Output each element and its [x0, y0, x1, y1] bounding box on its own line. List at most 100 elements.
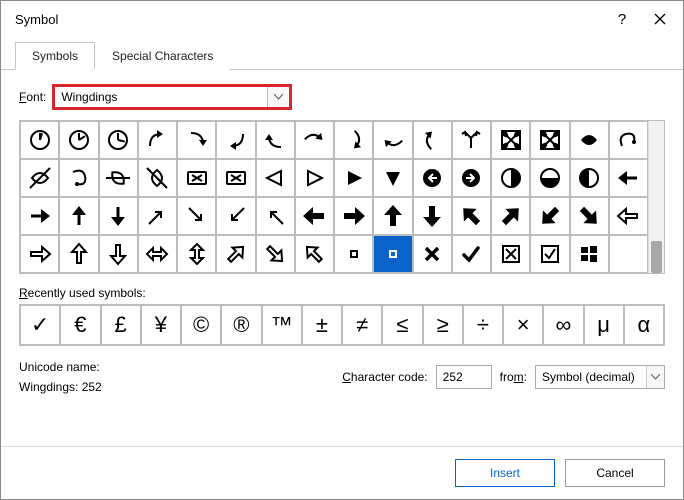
- symbol-cell[interactable]: [99, 121, 138, 159]
- symbol-cell[interactable]: [373, 197, 412, 235]
- symbol-cell[interactable]: [609, 197, 648, 235]
- symbol-cell[interactable]: [373, 235, 412, 273]
- symbol-cell[interactable]: [334, 121, 373, 159]
- symbol-cell[interactable]: [373, 121, 412, 159]
- symbol-cell[interactable]: [609, 159, 648, 197]
- character-code-input[interactable]: 252: [436, 365, 492, 389]
- symbol-cell[interactable]: [452, 159, 491, 197]
- recent-symbol-cell[interactable]: ÷: [463, 305, 503, 345]
- from-dropdown-value: Symbol (decimal): [542, 370, 635, 384]
- close-button[interactable]: [641, 4, 679, 34]
- symbol-cell[interactable]: [99, 197, 138, 235]
- recent-symbol-cell[interactable]: £: [101, 305, 141, 345]
- symbol-cell[interactable]: [452, 121, 491, 159]
- recent-symbol-cell[interactable]: ≤: [382, 305, 422, 345]
- symbol-cell[interactable]: [491, 159, 530, 197]
- symbol-cell[interactable]: [570, 121, 609, 159]
- help-button[interactable]: ?: [603, 4, 641, 34]
- symbol-cell[interactable]: [59, 235, 98, 273]
- recent-symbol-cell[interactable]: ≠: [342, 305, 382, 345]
- symbol-cell[interactable]: [59, 121, 98, 159]
- symbol-cell[interactable]: [256, 121, 295, 159]
- symbol-cell[interactable]: [373, 159, 412, 197]
- symbol-cell[interactable]: [570, 235, 609, 273]
- recent-symbol-cell[interactable]: ®: [221, 305, 261, 345]
- symbol-cell[interactable]: [530, 159, 569, 197]
- symbol-cell[interactable]: [295, 121, 334, 159]
- recent-symbol-cell[interactable]: ¥: [141, 305, 181, 345]
- symbol-cell[interactable]: [295, 197, 334, 235]
- font-dropdown[interactable]: Wingdings: [52, 84, 292, 110]
- symbol-cell[interactable]: [413, 121, 452, 159]
- symbol-cell[interactable]: [177, 235, 216, 273]
- symbol-cell[interactable]: [216, 197, 255, 235]
- symbol-cell[interactable]: [20, 235, 59, 273]
- symbol-cell[interactable]: [138, 235, 177, 273]
- recent-symbol-cell[interactable]: ±: [302, 305, 342, 345]
- symbol-cell[interactable]: [413, 197, 452, 235]
- recent-symbol-cell[interactable]: €: [60, 305, 100, 345]
- symbol-cell[interactable]: [177, 121, 216, 159]
- symbol-cell[interactable]: [491, 121, 530, 159]
- symbol-cell[interactable]: [413, 159, 452, 197]
- symbol-cell[interactable]: [99, 159, 138, 197]
- symbol-cell[interactable]: [256, 235, 295, 273]
- recent-symbols-grid[interactable]: ✓€£¥©®™±≠≤≥÷×∞μα: [19, 304, 665, 346]
- symbol-cell[interactable]: [609, 235, 648, 273]
- recent-symbol-cell[interactable]: ≥: [423, 305, 463, 345]
- symbol-cell[interactable]: [99, 235, 138, 273]
- symbol-cell[interactable]: [59, 197, 98, 235]
- recent-symbol-cell[interactable]: ∞: [543, 305, 583, 345]
- recent-symbol-cell[interactable]: μ: [584, 305, 624, 345]
- symbol-cell[interactable]: [530, 197, 569, 235]
- symbol-cell[interactable]: [295, 159, 334, 197]
- symbol-grid[interactable]: [20, 121, 648, 273]
- tab-symbols[interactable]: Symbols: [15, 42, 95, 70]
- symbol-cell[interactable]: [177, 159, 216, 197]
- symbol-cell[interactable]: [59, 159, 98, 197]
- symbol-cell[interactable]: [20, 197, 59, 235]
- insert-button[interactable]: Insert: [455, 459, 555, 487]
- symbol-cell[interactable]: [530, 121, 569, 159]
- symbol-cell[interactable]: [216, 159, 255, 197]
- symbol-cell[interactable]: [138, 121, 177, 159]
- charcode-label: Character code:: [342, 370, 427, 384]
- symbol-cell[interactable]: [216, 235, 255, 273]
- symbol-cell[interactable]: [452, 235, 491, 273]
- symbol-cell[interactable]: [216, 121, 255, 159]
- symbol-cell[interactable]: [570, 159, 609, 197]
- dialog-footer: Insert Cancel: [1, 446, 683, 499]
- recent-symbol-cell[interactable]: ™: [262, 305, 302, 345]
- symbol-cell[interactable]: [334, 235, 373, 273]
- symbol-cell[interactable]: [256, 159, 295, 197]
- symbol-cell[interactable]: [138, 159, 177, 197]
- symbol-cell[interactable]: [334, 197, 373, 235]
- symbol-grid-container: [19, 120, 665, 274]
- symbol-cell[interactable]: [295, 235, 334, 273]
- symbol-cell[interactable]: [491, 235, 530, 273]
- grid-scrollbar[interactable]: [648, 121, 664, 273]
- symbol-cell[interactable]: [20, 159, 59, 197]
- symbol-cell[interactable]: [609, 121, 648, 159]
- recent-symbol-cell[interactable]: α: [624, 305, 664, 345]
- recent-symbol-cell[interactable]: ©: [181, 305, 221, 345]
- cancel-button[interactable]: Cancel: [565, 459, 665, 487]
- font-dropdown-value: Wingdings: [61, 90, 117, 104]
- chevron-down-icon: [267, 87, 289, 107]
- character-code-value: 252: [443, 370, 463, 384]
- tab-special-characters[interactable]: Special Characters: [95, 42, 230, 70]
- symbol-cell[interactable]: [570, 197, 609, 235]
- symbol-cell[interactable]: [256, 197, 295, 235]
- symbol-cell[interactable]: [138, 197, 177, 235]
- symbol-cell[interactable]: [20, 121, 59, 159]
- symbol-cell[interactable]: [334, 159, 373, 197]
- symbol-cell[interactable]: [452, 197, 491, 235]
- scrollbar-thumb[interactable]: [651, 241, 662, 273]
- recent-symbol-cell[interactable]: ×: [503, 305, 543, 345]
- recent-symbol-cell[interactable]: ✓: [20, 305, 60, 345]
- symbol-cell[interactable]: [530, 235, 569, 273]
- symbol-cell[interactable]: [177, 197, 216, 235]
- symbol-cell[interactable]: [491, 197, 530, 235]
- from-dropdown[interactable]: Symbol (decimal): [535, 365, 665, 389]
- symbol-cell[interactable]: [413, 235, 452, 273]
